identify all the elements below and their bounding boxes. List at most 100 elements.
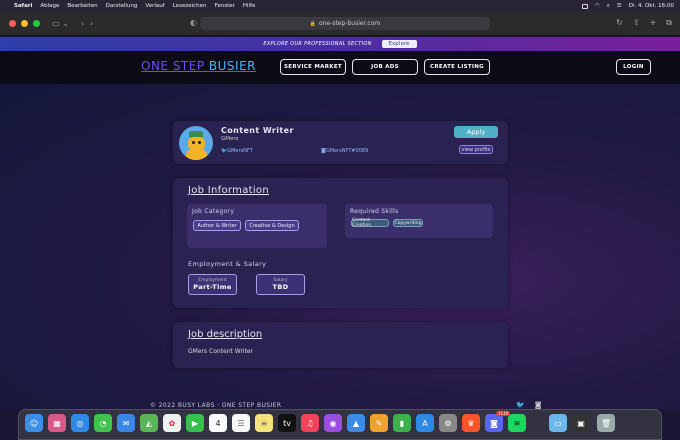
numbers-icon[interactable]: ▮ [393, 414, 411, 432]
folder-icon[interactable]: ▭ [549, 414, 567, 432]
nav-job-ads[interactable]: JOB ADS [352, 59, 418, 75]
menu-hilfe[interactable]: Hilfe [243, 3, 256, 9]
browser-toolbar: ▭ ⌄ ‹ › ◐ 🔒 one-step-busier.com ↻ ⇪ + ⧉ [0, 12, 680, 36]
appstore-icon[interactable]: A [416, 414, 434, 432]
screenshot-icon[interactable]: ▣ [572, 414, 590, 432]
search-icon[interactable]: ⌕ [607, 3, 610, 10]
url-text: one-step-busier.com [319, 20, 381, 27]
avatar-eye-right [198, 141, 201, 144]
explore-button[interactable]: Explore [381, 40, 417, 48]
photos-icon[interactable]: ✿ [163, 414, 181, 432]
trash-icon[interactable]: 🗑 [597, 414, 615, 432]
pages-icon[interactable]: ✎ [370, 414, 388, 432]
menu-verlauf[interactable]: Verlauf [145, 3, 164, 9]
spotify-icon[interactable]: ≋ [508, 414, 526, 432]
menu-darstellung[interactable]: Darstellung [106, 3, 138, 9]
company-avatar[interactable] [179, 126, 213, 160]
notes-icon[interactable]: ≡ [255, 414, 273, 432]
calendar-icon[interactable]: 4 [209, 414, 227, 432]
reminders-icon[interactable]: ☰ [232, 414, 250, 432]
music-icon[interactable]: ♫ [301, 414, 319, 432]
avatar-face [188, 137, 205, 150]
lock-icon: 🔒 [309, 20, 316, 27]
category-tag-author-writer[interactable]: Author & Writer [193, 220, 241, 231]
login-button[interactable]: LOGIN [616, 59, 651, 75]
control-center-icon[interactable]: ☰ [617, 3, 622, 9]
job-category-label: Job Category [192, 208, 235, 215]
menu-app-name[interactable]: Safari [14, 3, 32, 9]
salary-box: Salary TBD [256, 274, 305, 295]
menubar: Safari Ablage Bearbeiten Darstellung Ver… [0, 0, 680, 12]
settings-icon[interactable]: ⚙ [439, 414, 457, 432]
twitter-handle: GMersNFT [227, 148, 253, 154]
share-icon[interactable]: ⇪ [633, 18, 640, 28]
podcasts-icon[interactable]: ◉ [324, 414, 342, 432]
nav-create-listing[interactable]: CREATE LISTING [424, 59, 490, 75]
back-icon[interactable]: ‹ [81, 19, 84, 28]
logo-text-part1: ONE STEP [141, 59, 209, 73]
discord-link[interactable]: ◙GMersNFT#0089 [321, 148, 368, 154]
logo-text-part2: BUSIER [208, 59, 256, 73]
menu-fenster[interactable]: Fenster [215, 3, 235, 9]
battery-icon[interactable] [581, 3, 588, 9]
site-logo[interactable]: ONE STEP BUSIER [141, 59, 256, 73]
zoom-window-button[interactable] [33, 20, 40, 27]
menubar-datetime[interactable]: Di. 4. Okt. 16:00 [629, 3, 674, 9]
menu-bearbeiten[interactable]: Bearbeiten [67, 3, 97, 9]
avatar-body [186, 149, 207, 160]
footer-twitter-icon[interactable]: 🐦 [516, 401, 525, 409]
footer-copyright: © 2022 BUSY LABS · ONE STEP BUSIER [150, 402, 282, 409]
twitter-link[interactable]: 🐦GMersNFT [221, 148, 253, 154]
required-skills-label: Required Skills [350, 208, 399, 215]
job-category-box: Job Category Author & Writer Creative & … [187, 204, 327, 248]
wifi-icon[interactable]: ◠ [595, 3, 600, 9]
safari-icon[interactable]: ◎ [71, 414, 89, 432]
job-description-card: Job description GMers Content Writer [173, 322, 508, 368]
salary-value: TBD [272, 283, 289, 291]
finder-icon[interactable]: ☺ [25, 414, 43, 432]
privacy-shield-icon[interactable]: ◐ [190, 18, 197, 27]
brave-icon[interactable]: ♛ [462, 414, 480, 432]
promo-text: EXPLORE OUR PROFESSIONAL SECTION [263, 41, 372, 47]
sidebar-toggle-icon[interactable]: ▭ ⌄ [52, 19, 69, 28]
facetime-icon[interactable]: ▶ [186, 414, 204, 432]
window-controls [9, 20, 40, 27]
close-window-button[interactable] [9, 20, 16, 27]
tab-overview-icon[interactable]: ⧉ [666, 18, 672, 28]
job-header-card: Content Writer GMers 🐦GMersNFT ◙GMersNFT… [173, 121, 508, 164]
maps-icon[interactable]: ◭ [140, 414, 158, 432]
site-header: ONE STEP BUSIER SERVICE MARKET JOB ADS C… [0, 51, 680, 84]
job-description-heading: Job description [188, 329, 263, 340]
discord-badge: 1119 [496, 411, 511, 416]
appletv-icon[interactable]: tv [278, 414, 296, 432]
employment-box: Employment Part-Time [188, 274, 237, 295]
mail-icon[interactable]: ✉ [117, 414, 135, 432]
skill-tag-copywriting[interactable]: Copywriting [393, 219, 423, 227]
messages-icon[interactable]: ◔ [94, 414, 112, 432]
minimize-window-button[interactable] [21, 20, 28, 27]
discord-icon[interactable]: ◙ [485, 414, 503, 432]
job-information-heading: Job Information [188, 185, 269, 196]
category-tag-creative-design[interactable]: Creative & Design [245, 220, 299, 231]
menu-lesezeichen[interactable]: Lesezeichen [173, 3, 207, 9]
footer-social-icons: 🐦 ◙ [516, 401, 542, 409]
footer-discord-icon[interactable]: ◙ [535, 401, 542, 409]
keynote-icon[interactable]: ▲ [347, 414, 365, 432]
reload-icon[interactable]: ↻ [616, 18, 623, 28]
new-tab-icon[interactable]: + [650, 18, 657, 28]
calendar-day: 4 [215, 418, 221, 428]
apply-button[interactable]: Apply [454, 126, 498, 138]
discord-handle: GMersNFT#0089 [325, 148, 369, 154]
skill-tag-content-creation[interactable]: Content Creation [351, 218, 389, 228]
avatar-eye-left [192, 141, 195, 144]
required-skills-box: Required Skills Content Creation Copywri… [345, 204, 493, 238]
forward-icon[interactable]: › [90, 19, 93, 28]
menu-ablage[interactable]: Ablage [40, 3, 59, 9]
dock: ☺ ▦ ◎ ◔ ✉ ◭ ✿ ▶ 4 ☰ ≡ tv ♫ ◉ ▲ ✎ ▮ A ⚙ ♛… [18, 409, 662, 440]
launchpad-icon[interactable]: ▦ [48, 414, 66, 432]
address-bar[interactable]: 🔒 one-step-busier.com [200, 17, 490, 30]
job-description-text: GMers Content Writer [188, 348, 254, 355]
promo-banner: EXPLORE OUR PROFESSIONAL SECTION Explore [0, 37, 680, 51]
nav-service-market[interactable]: SERVICE MARKET [280, 59, 346, 75]
view-profile-button[interactable]: view profile [459, 145, 493, 154]
